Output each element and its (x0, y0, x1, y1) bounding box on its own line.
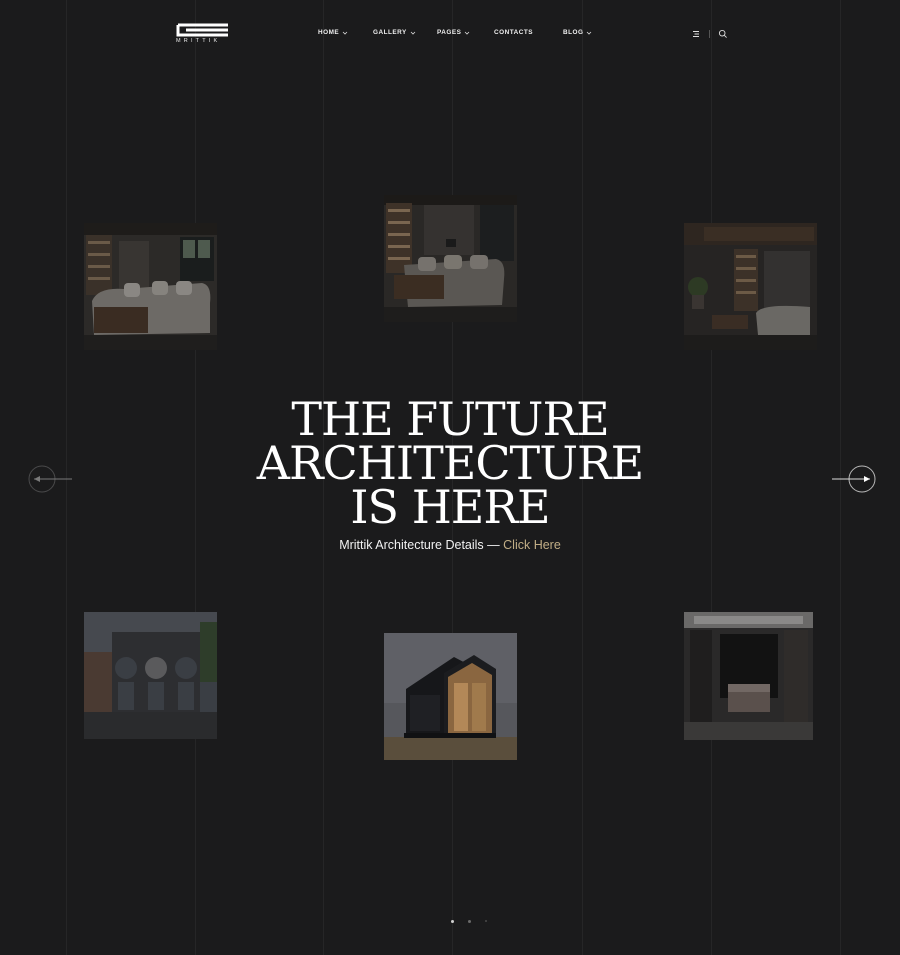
exterior-photo-icon (384, 633, 517, 760)
arrow-left-icon[interactable] (26, 465, 74, 493)
exterior-photo-icon (84, 612, 217, 739)
interior-photo-icon (384, 195, 517, 322)
nav-item-label: HOME (318, 29, 340, 36)
hero-title-line: ARCHITECTURE (256, 436, 644, 490)
hero-title: THE FUTURE ARCHITECTURE IS HERE (0, 392, 900, 534)
chevron-down-icon (465, 31, 470, 35)
nav-item-label: CONTACTS (494, 29, 534, 36)
click-here-link[interactable]: Click Here (503, 538, 561, 552)
chevron-down-icon (342, 31, 348, 35)
nav-item-label: PAGES (437, 29, 462, 36)
hero-title-line: THE FUTURE (291, 392, 609, 446)
header-actions (688, 28, 738, 40)
hero-title-line: IS HERE (350, 480, 550, 534)
hero-subtitle-text: Mrittik Architecture Details — (339, 538, 500, 552)
nav-item-pages[interactable]: PAGES (437, 29, 470, 36)
gallery-image-living-room-dark-sofa[interactable] (84, 223, 217, 350)
gallery-image-lounge-with-plants[interactable] (684, 223, 817, 350)
pagination-dot[interactable] (468, 920, 471, 923)
nav-item-blog[interactable]: BLOG (563, 29, 592, 36)
gallery-image-black-cabin-glass-front[interactable] (384, 633, 517, 760)
slider-pagination (448, 919, 492, 927)
gallery-image-living-room-bookshelf[interactable] (384, 195, 517, 322)
menu-icon[interactable] (690, 28, 702, 40)
chevron-down-icon (587, 31, 592, 35)
search-icon[interactable] (717, 28, 729, 40)
gallery-image-arched-concrete-facade[interactable] (84, 612, 217, 739)
arrow-right-icon[interactable] (830, 465, 878, 493)
gallery-image-dark-bedroom[interactable] (684, 612, 813, 740)
divider (709, 30, 710, 38)
main-nav: HOME GALLERY PAGES CONTACTS BLOG (0, 29, 900, 41)
nav-item-contacts[interactable]: CONTACTS (494, 29, 533, 36)
interior-photo-icon (684, 612, 813, 740)
hero-subtitle: Mrittik Architecture Details — Click Her… (0, 538, 900, 552)
interior-photo-icon (84, 223, 217, 350)
chevron-down-icon (410, 31, 416, 35)
nav-item-label: BLOG (563, 29, 584, 36)
nav-item-label: GALLERY (373, 29, 407, 36)
nav-item-home[interactable]: HOME (318, 29, 348, 36)
pagination-dot[interactable] (485, 920, 487, 922)
pagination-dot[interactable] (451, 920, 454, 923)
nav-item-gallery[interactable]: GALLERY (373, 29, 416, 36)
interior-photo-icon (684, 223, 817, 350)
